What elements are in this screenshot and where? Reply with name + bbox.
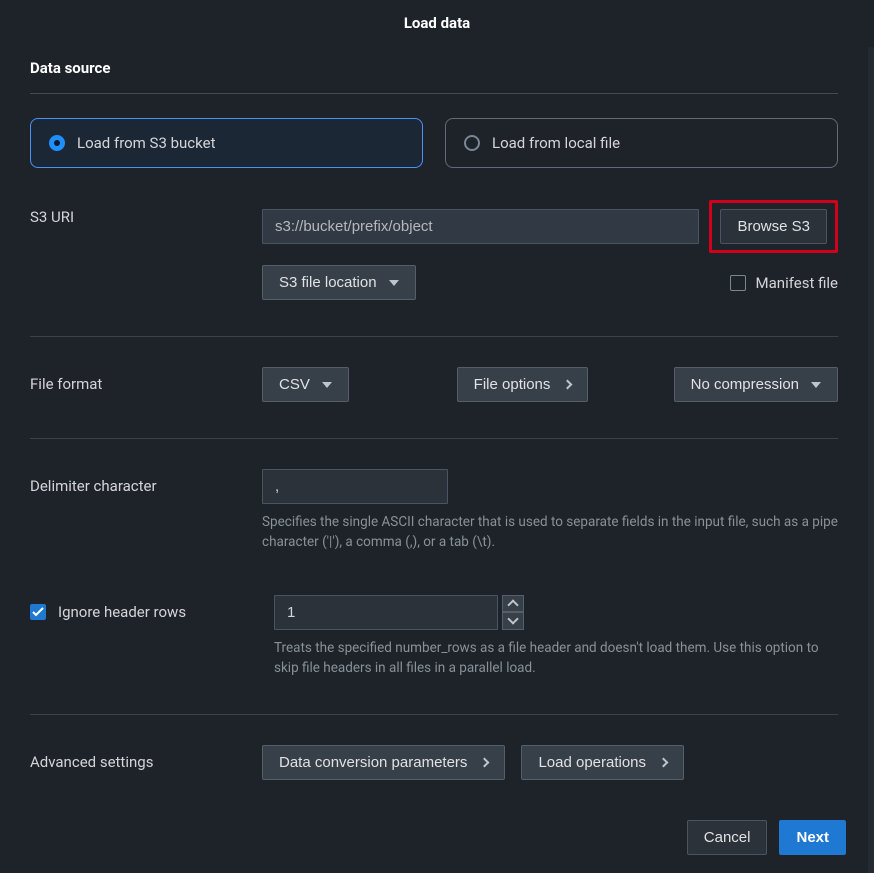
load-operations-button[interactable]: Load operations	[521, 745, 684, 780]
cancel-button[interactable]: Cancel	[687, 820, 768, 855]
ignore-header-stepper	[274, 595, 524, 630]
button-label: File options	[474, 376, 551, 393]
ignore-header-checkbox[interactable]	[30, 604, 46, 620]
browse-s3-highlight: Browse S3	[709, 200, 838, 253]
caret-down-icon	[389, 280, 399, 286]
compression-dropdown[interactable]: No compression	[674, 367, 838, 402]
divider	[30, 714, 838, 715]
label-advanced: Advanced settings	[30, 745, 262, 771]
button-label: CSV	[279, 376, 310, 393]
data-conversion-params-button[interactable]: Data conversion parameters	[262, 745, 505, 780]
stepper-down-button[interactable]	[502, 612, 524, 630]
button-label: S3 file location	[279, 274, 377, 291]
checkbox-icon	[730, 275, 746, 291]
section-heading-data-source: Data source	[30, 47, 838, 93]
chevron-up-icon	[507, 599, 518, 610]
s3-uri-input[interactable]	[262, 209, 699, 244]
manifest-file-checkbox[interactable]: Manifest file	[730, 274, 838, 292]
button-label: Cancel	[704, 829, 751, 846]
browse-s3-button[interactable]: Browse S3	[720, 209, 827, 244]
label-delimiter: Delimiter character	[30, 469, 262, 495]
caret-down-icon	[322, 382, 332, 388]
row-delimiter: Delimiter character Specifies the single…	[30, 469, 838, 553]
radio-label: Load from S3 bucket	[77, 134, 215, 152]
button-label: Load operations	[538, 754, 646, 771]
button-label: Data conversion parameters	[279, 754, 467, 771]
ignore-header-input[interactable]	[274, 595, 498, 630]
dialog-title: Load data	[0, 0, 874, 47]
caret-down-icon	[811, 382, 821, 388]
label-file-format: File format	[30, 367, 262, 393]
divider	[30, 438, 838, 439]
file-format-dropdown[interactable]: CSV	[262, 367, 349, 402]
radio-icon	[49, 135, 65, 151]
divider	[30, 336, 838, 337]
ignore-header-help-text: Treats the specified number_rows as a fi…	[274, 638, 838, 679]
label-s3-uri: S3 URI	[30, 200, 262, 226]
button-label: Browse S3	[737, 218, 810, 235]
file-options-button[interactable]: File options	[457, 367, 589, 402]
data-source-radio-group: Load from S3 bucket Load from local file	[30, 118, 838, 168]
row-ignore-header: Ignore header rows Treats the specified …	[30, 595, 838, 679]
stepper-up-button[interactable]	[502, 595, 524, 613]
chevron-right-icon	[563, 380, 573, 390]
button-label: Next	[796, 829, 829, 846]
chevron-down-icon	[507, 614, 518, 625]
row-advanced: Advanced settings Data conversion parame…	[30, 745, 838, 780]
label-ignore-header: Ignore header rows	[58, 603, 186, 621]
row-s3-uri: S3 URI Browse S3 S3 file location	[30, 200, 838, 300]
divider	[30, 93, 838, 94]
chevron-right-icon	[659, 758, 669, 768]
checkbox-label: Manifest file	[756, 274, 838, 292]
radio-icon	[464, 135, 480, 151]
dialog-body: Data source Load from S3 bucket Load fro…	[0, 47, 874, 802]
load-data-dialog: Load data Data source Load from S3 bucke…	[0, 0, 874, 873]
radio-load-from-s3[interactable]: Load from S3 bucket	[30, 118, 423, 168]
chevron-right-icon	[480, 758, 490, 768]
radio-load-from-local[interactable]: Load from local file	[445, 118, 838, 168]
row-file-format: File format CSV File options	[30, 367, 838, 402]
next-button[interactable]: Next	[779, 820, 846, 855]
radio-label: Load from local file	[492, 134, 620, 152]
dialog-footer: Cancel Next	[0, 802, 874, 873]
s3-file-location-dropdown[interactable]: S3 file location	[262, 265, 416, 300]
delimiter-input[interactable]	[262, 469, 448, 504]
delimiter-help-text: Specifies the single ASCII character tha…	[262, 512, 838, 553]
button-label: No compression	[691, 376, 799, 393]
